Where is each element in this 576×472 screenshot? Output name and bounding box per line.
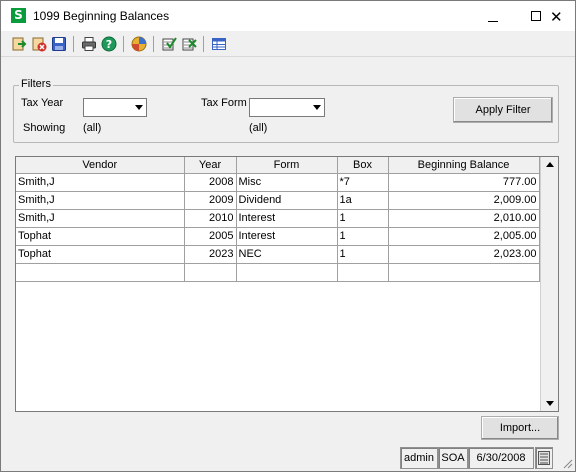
column-header-vendor[interactable]: Vendor [16, 157, 185, 174]
import-icon[interactable] [11, 36, 27, 52]
cell-vendor[interactable]: Tophat [16, 227, 185, 246]
cell-vendor[interactable]: Tophat [16, 245, 185, 264]
table-row[interactable]: Tophat 2023 NEC 1 2,023.00 [16, 245, 540, 264]
cell-form[interactable]: Interest [236, 227, 338, 246]
table-row[interactable]: Smith,J 2010 Interest 1 2,010.00 [16, 209, 540, 228]
balances-table: Vendor Year Form Box Beginning Balance S… [16, 157, 540, 282]
showing-label: Showing [23, 122, 66, 134]
table-header-row: Vendor Year Form Box Beginning Balance [16, 157, 540, 174]
app-logo-icon: S [11, 8, 26, 23]
cell-beginning-balance[interactable]: 2,005.00 [388, 227, 540, 246]
cell-form[interactable] [236, 263, 338, 282]
vertical-scrollbar[interactable] [540, 157, 558, 411]
check-icon[interactable] [161, 36, 177, 52]
tax-form-label: Tax Form [201, 97, 247, 109]
grid-icon[interactable] [211, 36, 227, 52]
cell-form[interactable]: Interest [236, 209, 338, 228]
table-row-new[interactable] [16, 263, 540, 282]
refresh-icon[interactable] [131, 36, 147, 52]
cell-vendor[interactable] [16, 263, 185, 282]
toolbar-separator [123, 36, 124, 52]
scroll-up-icon[interactable] [546, 162, 554, 167]
cell-box[interactable]: *7 [337, 173, 389, 192]
cell-year[interactable]: 2023 [184, 245, 237, 264]
column-header-form[interactable]: Form [236, 157, 338, 174]
table-row[interactable]: Smith,J 2009 Dividend 1a 2,009.00 [16, 191, 540, 210]
cell-beginning-balance[interactable]: 2,010.00 [388, 209, 540, 228]
cell-beginning-balance[interactable]: 2,023.00 [388, 245, 540, 264]
cell-vendor[interactable]: Smith,J [16, 209, 185, 228]
cell-box[interactable]: 1 [337, 227, 389, 246]
cell-year[interactable]: 2005 [184, 227, 237, 246]
column-header-box[interactable]: Box [337, 157, 389, 174]
help-icon[interactable]: ? [101, 36, 117, 52]
title-bar: S 1099 Beginning Balances ✕ [1, 1, 575, 31]
toolbar-separator [153, 36, 154, 52]
scroll-down-icon[interactable] [546, 401, 554, 406]
chevron-down-icon [313, 105, 321, 110]
tax-form-dropdown[interactable] [249, 98, 325, 117]
cell-form[interactable]: NEC [236, 245, 338, 264]
tax-year-dropdown[interactable] [83, 98, 147, 117]
cell-year[interactable]: 2009 [184, 191, 237, 210]
import-button[interactable]: Import... [481, 416, 559, 440]
cell-beginning-balance[interactable] [388, 263, 540, 282]
cell-year[interactable] [184, 263, 237, 282]
cell-box[interactable]: 1a [337, 191, 389, 210]
main-window: S 1099 Beginning Balances ✕ ? Filters Ta… [0, 0, 576, 472]
cell-year[interactable]: 2010 [184, 209, 237, 228]
print-icon[interactable] [81, 36, 97, 52]
tax-year-label: Tax Year [21, 97, 64, 109]
resize-grip-icon[interactable] [561, 457, 573, 469]
table-row[interactable]: Smith,J 2008 Misc *7 777.00 [16, 173, 540, 192]
column-header-beginning-balance[interactable]: Beginning Balance [388, 157, 540, 174]
toolbar-separator [73, 36, 74, 52]
chevron-down-icon [135, 105, 143, 110]
status-calculator-button[interactable] [535, 447, 553, 469]
cell-year[interactable]: 2008 [184, 173, 237, 192]
cell-box[interactable]: 1 [337, 209, 389, 228]
save-icon[interactable] [51, 36, 67, 52]
column-header-year[interactable]: Year [184, 157, 237, 174]
status-date: 6/30/2008 [468, 447, 534, 469]
cell-beginning-balance[interactable]: 2,009.00 [388, 191, 540, 210]
cell-box[interactable]: 1 [337, 245, 389, 264]
toolbar-separator [203, 36, 204, 52]
minimize-button[interactable] [488, 21, 498, 22]
cell-beginning-balance[interactable]: 777.00 [388, 173, 540, 192]
cell-vendor[interactable]: Smith,J [16, 191, 185, 210]
filters-legend: Filters [19, 78, 53, 90]
apply-filter-button[interactable]: Apply Filter [453, 97, 553, 123]
showing-year-value: (all) [83, 122, 102, 134]
svg-text:?: ? [106, 38, 112, 51]
cell-form[interactable]: Dividend [236, 191, 338, 210]
maximize-button[interactable] [531, 11, 541, 21]
showing-form-value: (all) [249, 122, 268, 134]
toolbar: ? [1, 31, 575, 57]
uncheck-icon[interactable] [181, 36, 197, 52]
close-button[interactable]: ✕ [550, 8, 563, 26]
window-title: 1099 Beginning Balances [33, 9, 170, 23]
status-user: admin [400, 447, 438, 469]
delete-icon[interactable] [31, 36, 47, 52]
cell-box[interactable] [337, 263, 389, 282]
status-company: SOA [438, 447, 468, 469]
cell-form[interactable]: Misc [236, 173, 338, 192]
table-row[interactable]: Tophat 2005 Interest 1 2,005.00 [16, 227, 540, 246]
calculator-icon [538, 451, 550, 465]
balances-grid: Vendor Year Form Box Beginning Balance S… [15, 156, 559, 412]
cell-vendor[interactable]: Smith,J [16, 173, 185, 192]
